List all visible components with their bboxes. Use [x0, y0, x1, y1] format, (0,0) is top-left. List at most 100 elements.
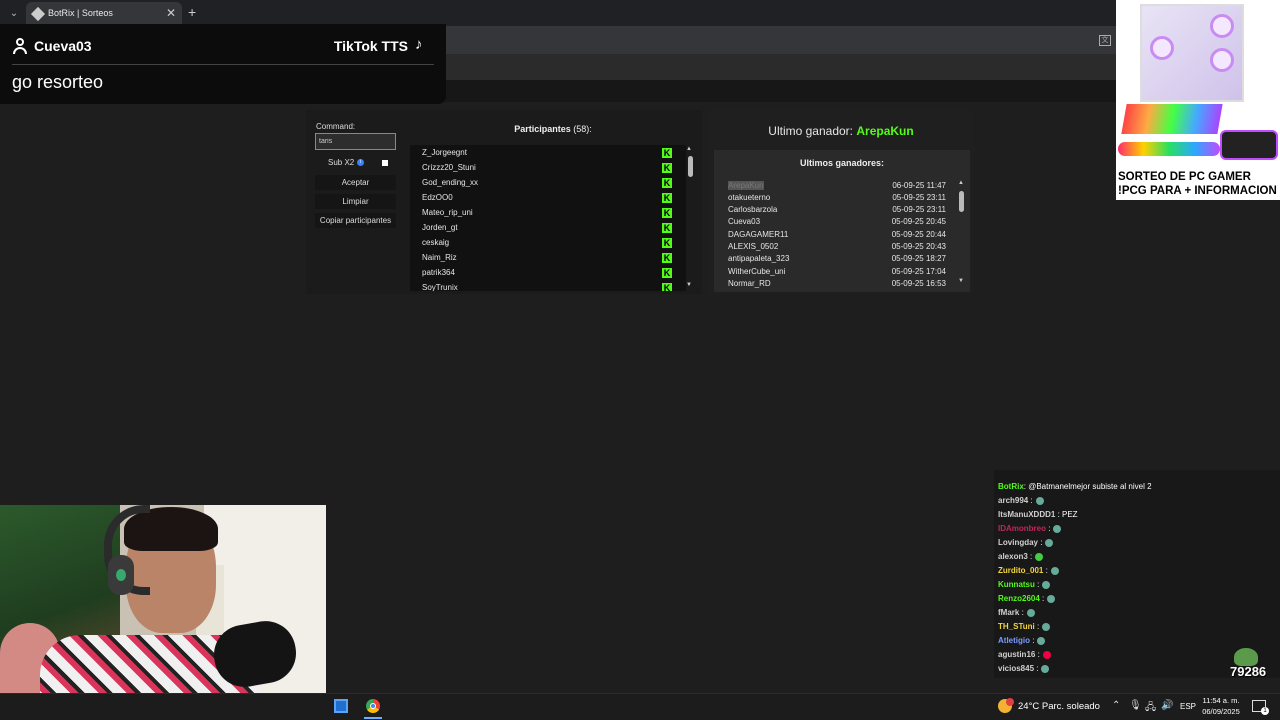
tts-username: Cueva03: [34, 38, 92, 54]
volume-icon[interactable]: 🔊: [1161, 700, 1173, 711]
table-row: Cueva03 05-09-25 20:45: [728, 217, 946, 226]
chat-text: : PEZ: [1055, 510, 1078, 519]
list-item[interactable]: ceskaig K: [410, 235, 686, 250]
list-item[interactable]: SoyTrunix K: [410, 280, 686, 291]
list-item[interactable]: Crizzz20_Stuni K: [410, 160, 686, 175]
kick-icon: K: [662, 163, 672, 173]
list-item[interactable]: Mateo_rip_uni K: [410, 205, 686, 220]
copy-participants-button[interactable]: Copiar participantes: [315, 213, 396, 228]
chat-username[interactable]: vicios845: [998, 664, 1034, 673]
chat-message: BotRix: @Batmanelmejor subiste al nivel …: [998, 482, 1152, 494]
emote-icon: [1035, 552, 1044, 561]
translate-icon[interactable]: 文: [1099, 35, 1111, 46]
close-tab-icon[interactable]: ✕: [166, 6, 176, 20]
emote-icon: [1042, 580, 1051, 589]
chat-username[interactable]: BotRix: [998, 482, 1024, 491]
chat-username[interactable]: fMark: [998, 608, 1019, 617]
list-item[interactable]: patrik364 K: [410, 265, 686, 280]
weather-badge-icon: [1006, 698, 1014, 706]
chat-username[interactable]: ItsManuXDDD1: [998, 510, 1055, 519]
chat-message: alexon3 :: [998, 552, 1044, 564]
chat-text: :: [1030, 636, 1035, 645]
table-row: Carlosbarzola 05-09-25 23:11: [728, 205, 946, 214]
kick-icon: K: [662, 178, 672, 188]
fan-icon: [1210, 48, 1234, 72]
microphone-icon[interactable]: 🎙: [1129, 700, 1142, 711]
emote-icon: [1035, 496, 1044, 505]
emote-icon: [1047, 594, 1056, 603]
chat-username[interactable]: TH_STuni: [998, 622, 1035, 631]
chat-text: :: [1034, 664, 1039, 673]
chat-text: :: [1034, 580, 1040, 589]
tab-title: BotRix | Sorteos: [48, 8, 113, 18]
network-icon[interactable]: 🖧: [1145, 700, 1156, 717]
chat-username[interactable]: Renzo2604: [998, 594, 1040, 603]
kick-icon: K: [662, 193, 672, 203]
chat-username[interactable]: Zurdito_001: [998, 566, 1043, 575]
weather-text[interactable]: 24°C Parc. soleado: [1018, 701, 1100, 712]
scrollbar[interactable]: [688, 156, 693, 177]
chat-message: Kunnatsu :: [998, 580, 1051, 592]
chat-username[interactable]: agustin16: [998, 650, 1035, 659]
keyboard-image: [1121, 104, 1223, 134]
fan-icon: [1210, 14, 1234, 38]
chat-username[interactable]: Atletigio: [998, 636, 1030, 645]
emote-icon: [1053, 524, 1062, 533]
chevron-up-icon[interactable]: ⌃: [1112, 700, 1120, 711]
list-item[interactable]: EdzOO0 K: [410, 190, 686, 205]
emote-icon: [1045, 538, 1054, 547]
chat-username[interactable]: arch994: [998, 496, 1028, 505]
kick-icon: K: [662, 223, 672, 233]
tts-label: TikTok TTS: [333, 38, 408, 54]
windows-icon[interactable]: [334, 699, 348, 713]
command-input[interactable]: [315, 133, 396, 150]
chat-text: :: [1043, 566, 1048, 575]
webcam-feed: [0, 505, 326, 693]
scroll-down-icon[interactable]: ▼: [958, 278, 964, 284]
chat-text: :: [1027, 552, 1033, 561]
chat-username[interactable]: alexon3: [998, 552, 1028, 561]
tab-search-icon[interactable]: ⌄: [6, 6, 22, 22]
clear-button[interactable]: Limpiar: [315, 194, 396, 209]
chat-message: fMark :: [998, 608, 1035, 620]
chat-message: ItsManuXDDD1 : PEZ: [998, 510, 1078, 522]
emote-icon: [1037, 636, 1046, 645]
chat-username[interactable]: IDAmonbreo: [998, 524, 1046, 533]
kick-icon: K: [662, 268, 672, 278]
chat-text: :: [1038, 538, 1043, 547]
chat-message: vicios845 :: [998, 664, 1050, 676]
list-item[interactable]: Jorden_gt K: [410, 220, 686, 235]
table-row: antipapaleta_323 05-09-25 18:27: [728, 254, 946, 263]
chat-message: agustin16 :: [998, 650, 1051, 662]
chrome-icon-center: [370, 703, 376, 709]
list-item[interactable]: Z_Jorgeegnt K: [410, 145, 686, 160]
chat-message: IDAmonbreo :: [998, 524, 1062, 536]
mousepad-image: [1220, 130, 1278, 160]
chat-text: :: [1028, 496, 1033, 505]
scroll-down-icon[interactable]: ▼: [686, 282, 692, 288]
chat-text: : @Batmanelmejor subiste al nivel 2: [1023, 482, 1152, 491]
scroll-up-icon[interactable]: ▲: [958, 180, 964, 186]
clock[interactable]: 11:54 a. m. 06/09/2025: [1198, 695, 1244, 717]
ad-text: SORTEO DE PC GAMER !PCG PARA + INFORMACIO…: [1118, 171, 1277, 197]
language-indicator[interactable]: ESP: [1180, 702, 1196, 711]
chat-message: Lovingday :: [998, 538, 1054, 550]
scroll-up-icon[interactable]: ▲: [686, 146, 692, 152]
list-item[interactable]: God_ending_xx K: [410, 175, 686, 190]
subx2-checkbox[interactable]: [382, 160, 388, 166]
active-indicator: [364, 717, 382, 719]
participants-list[interactable]: Z_Jorgeegnt K Crizzz20_Stuni K God_ending_…: [410, 145, 686, 291]
chat-username[interactable]: Kunnatsu: [998, 580, 1035, 589]
tiktok-tts-overlay: Cueva03 TikTok TTS ♪ go resorteo: [0, 24, 446, 104]
list-item[interactable]: Naim_Riz K: [410, 250, 686, 265]
chat-username[interactable]: Lovingday: [998, 538, 1038, 547]
chat-text: :: [1019, 608, 1024, 617]
chat-message: TH_STuni :: [998, 622, 1051, 634]
scrollbar[interactable]: [959, 191, 964, 212]
new-tab-button[interactable]: +: [188, 4, 196, 20]
chat-text: :: [1034, 622, 1040, 631]
browser-tab[interactable]: BotRix | Sorteos ✕: [26, 2, 182, 26]
accept-button[interactable]: Aceptar: [315, 175, 396, 190]
table-row: ALEXIS_0502 05-09-25 20:43: [728, 242, 946, 251]
info-icon[interactable]: i: [357, 159, 364, 166]
